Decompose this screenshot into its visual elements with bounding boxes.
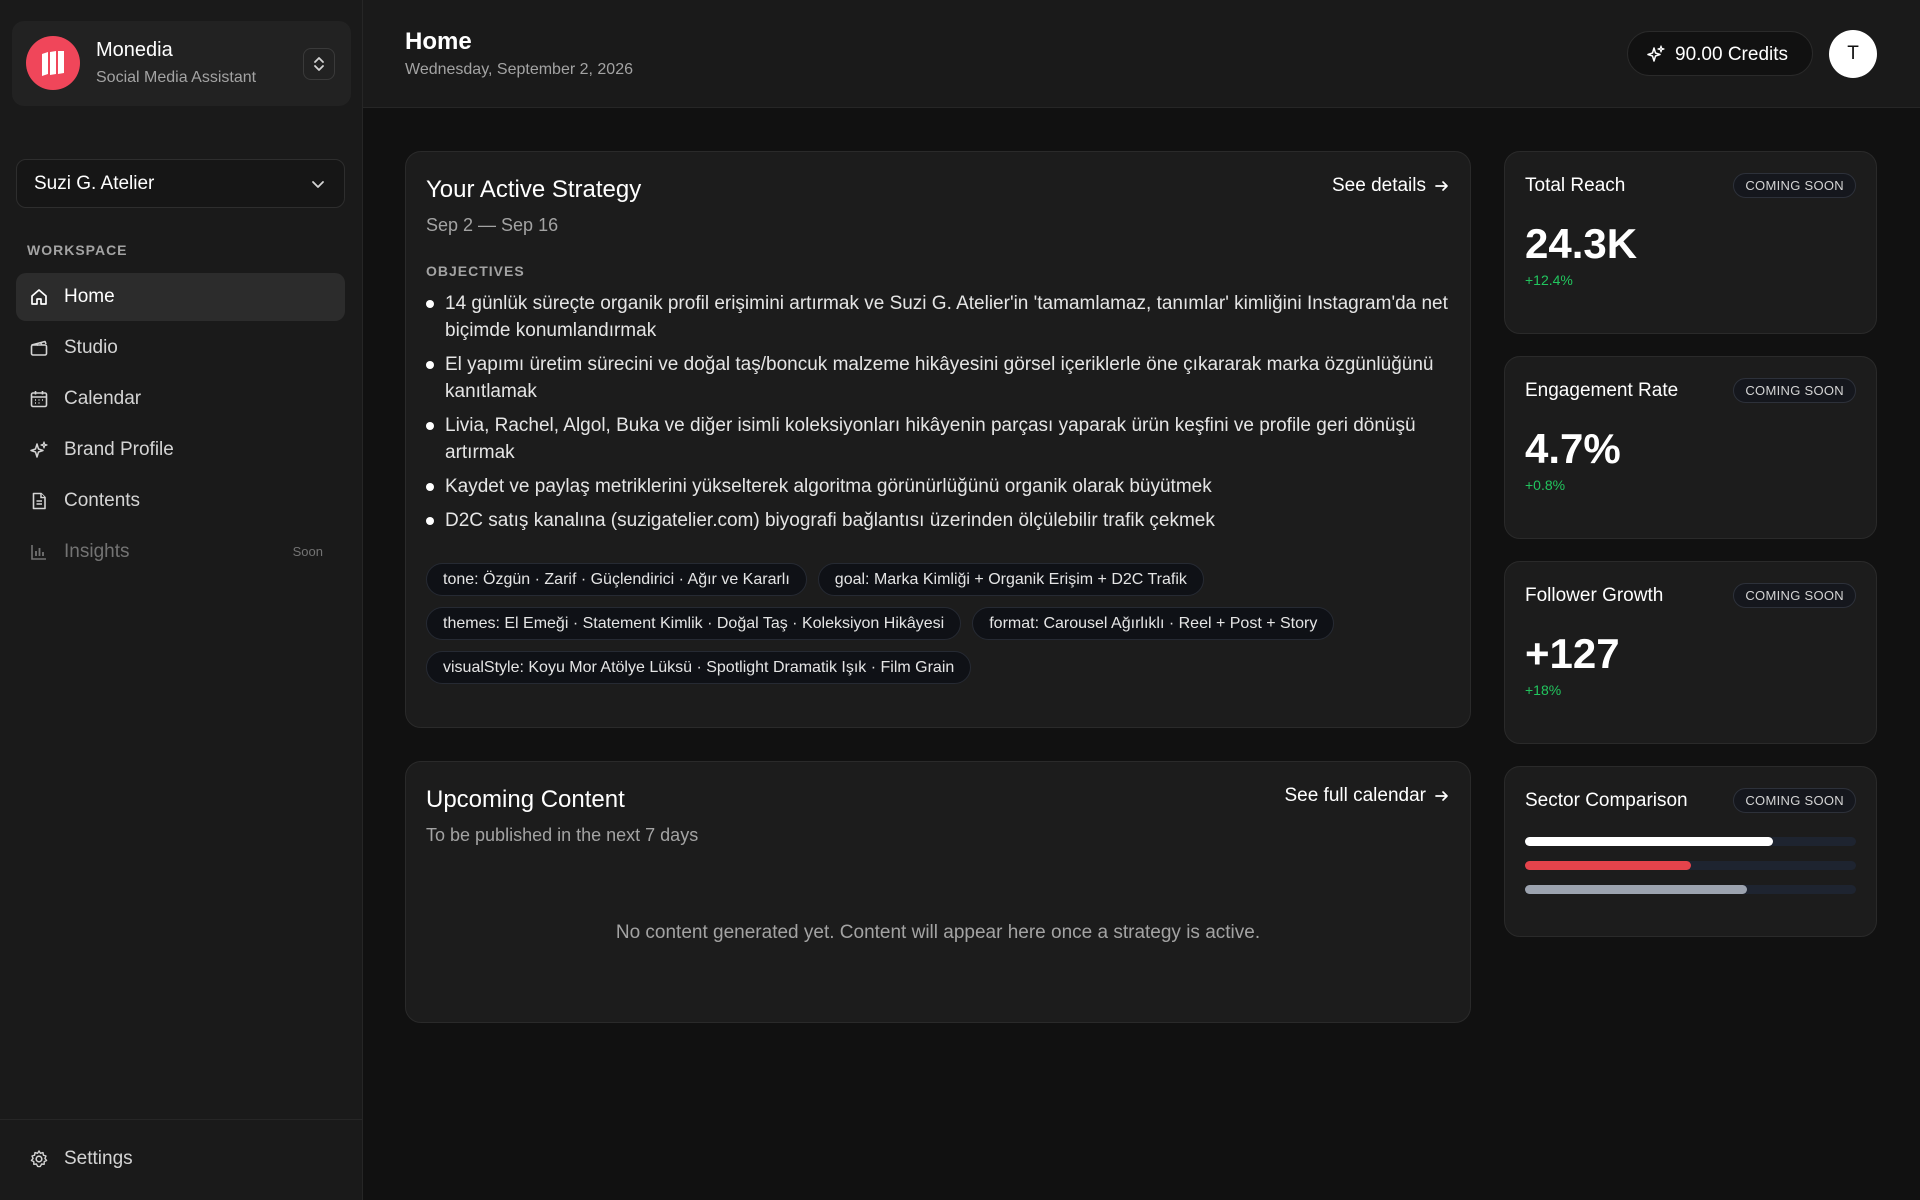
sidebar-item-label: Contents [64, 490, 141, 511]
upcoming-title: Upcoming Content [426, 786, 625, 813]
sidebar-item-insights: Insights Soon [16, 528, 345, 576]
page-date: Wednesday, September 2, 2026 [405, 61, 633, 78]
sidebar-item-settings[interactable]: Settings [16, 1135, 345, 1183]
sidebar-item-label: Home [64, 286, 115, 307]
brand-selector[interactable]: Suzi G. Atelier [16, 159, 345, 208]
sector-bar-fill [1525, 837, 1774, 846]
sector-bar-track [1525, 885, 1856, 894]
credits-label: 90.00 Credits [1675, 44, 1789, 65]
see-full-calendar-label: See full calendar [1284, 785, 1426, 806]
home-icon [31, 289, 47, 305]
sidebar: Monedia Social Media Assistant Suzi G. A… [0, 0, 363, 1200]
objectives-label: OBJECTIVES [426, 263, 525, 279]
sidebar-item-calendar[interactable]: Calendar [16, 375, 345, 423]
strategy-tags: tone: Özgün · Zarif · Güçlendirici · Ağı… [426, 563, 1466, 684]
metric-card-follower-growth: Follower Growth COMING SOON +127 +18% [1504, 561, 1877, 744]
sparkles-icon [30, 441, 48, 458]
metric-card-total-reach: Total Reach COMING SOON 24.3K +12.4% [1504, 151, 1877, 334]
workspace-section-label: WORKSPACE [27, 242, 128, 258]
metric-value: +127 [1525, 630, 1620, 677]
chevrons-up-down-icon [314, 57, 324, 71]
metric-title: Engagement Rate [1525, 380, 1679, 401]
sidebar-item-label: Settings [64, 1148, 133, 1169]
strategy-tag: themes: El Emeği · Statement Kimlik · Do… [426, 607, 962, 640]
calendar-icon [30, 391, 48, 408]
strategy-tag: format: Carousel Ağırlıklı · Reel + Post… [972, 607, 1335, 640]
sector-bar-fill [1525, 861, 1691, 870]
see-details-label: See details [1331, 175, 1426, 196]
sidebar-item-contents[interactable]: Contents [16, 477, 345, 525]
objective-item: 14 günlük süreçte organik profil erişimi… [426, 290, 1456, 344]
sidebar-item-label: Insights [64, 541, 130, 562]
upcoming-subtitle: To be published in the next 7 days [426, 825, 699, 845]
sidebar-item-brand-profile[interactable]: Brand Profile [16, 426, 345, 474]
sidebar-item-label: Studio [64, 337, 118, 358]
objectives-list: 14 günlük süreçte organik profil erişimi… [426, 290, 1456, 541]
metric-title: Follower Growth [1525, 585, 1664, 606]
arrow-right-icon [1435, 791, 1448, 801]
metric-card-engagement-rate: Engagement Rate COMING SOON 4.7% +0.8% [1504, 356, 1877, 539]
sidebar-footer: Settings [0, 1119, 363, 1200]
app-switch-button[interactable] [303, 48, 335, 80]
objective-item: El yapımı üretim sürecini ve doğal taş/b… [426, 351, 1456, 405]
sidebar-item-studio[interactable]: Studio [16, 324, 345, 372]
soon-badge: Soon [292, 544, 323, 559]
metric-delta: +0.8% [1525, 477, 1566, 493]
objective-item: Livia, Rachel, Algol, Buka ve diğer isim… [426, 412, 1456, 466]
strategy-tag: visualStyle: Koyu Mor Atölye Lüksü · Spo… [426, 651, 972, 684]
gear-icon [30, 1150, 48, 1168]
bar-chart-icon [31, 545, 46, 560]
see-full-calendar-link[interactable]: See full calendar [1284, 785, 1450, 807]
arrow-right-icon [1435, 181, 1448, 191]
strategy-title: Your Active Strategy [426, 176, 642, 203]
upcoming-content-card: Upcoming Content See full calendar To be… [405, 761, 1471, 1023]
metric-value: 24.3K [1525, 220, 1638, 267]
metric-value: 4.7% [1525, 425, 1621, 472]
clapperboard-icon [30, 340, 48, 356]
sector-bar-track [1525, 861, 1856, 870]
app-name: Monedia [96, 39, 173, 61]
see-details-link[interactable]: See details [1332, 175, 1450, 197]
sparkles-icon [1647, 45, 1665, 62]
metric-delta: +18% [1525, 682, 1562, 698]
strategy-tag: tone: Özgün · Zarif · Güçlendirici · Ağı… [426, 563, 807, 596]
coming-soon-badge: COMING SOON [1733, 583, 1856, 608]
credits-button[interactable]: 90.00 Credits [1627, 31, 1813, 76]
app-logo-icon [26, 36, 80, 90]
app-subtitle: Social Media Assistant [96, 69, 257, 86]
sidebar-item-label: Brand Profile [64, 439, 174, 460]
sidebar-item-home[interactable]: Home [16, 273, 345, 321]
brand-selector-value: Suzi G. Atelier [34, 173, 155, 194]
top-header: Home Wednesday, September 2, 2026 90.00 … [363, 0, 1920, 108]
sector-bar-track [1525, 837, 1856, 846]
coming-soon-badge: COMING SOON [1733, 173, 1856, 198]
strategy-date-range: Sep 2 — Sep 16 [426, 215, 559, 235]
sector-comparison-card: Sector Comparison COMING SOON [1504, 766, 1877, 937]
metric-delta: +12.4% [1525, 272, 1573, 288]
active-strategy-card: Your Active Strategy See details Sep 2 —… [405, 151, 1471, 728]
sidebar-item-label: Calendar [64, 388, 142, 409]
page-title: Home [405, 28, 472, 55]
app-switcher[interactable]: Monedia Social Media Assistant [12, 21, 351, 106]
coming-soon-badge: COMING SOON [1733, 378, 1856, 403]
sector-bar-fill [1525, 885, 1747, 894]
chevron-down-icon [312, 181, 324, 188]
coming-soon-badge: COMING SOON [1733, 788, 1856, 813]
objective-item: Kaydet ve paylaş metriklerini yükseltere… [426, 473, 1456, 500]
objective-item: D2C satış kanalına (suzigatelier.com) bi… [426, 507, 1456, 534]
metric-title: Total Reach [1525, 175, 1626, 196]
strategy-tag: goal: Marka Kimliği + Organik Erişim + D… [817, 563, 1204, 596]
sector-title: Sector Comparison [1525, 790, 1688, 811]
avatar[interactable]: T [1829, 30, 1877, 78]
empty-state-message: No content generated yet. Content will a… [615, 922, 1261, 943]
document-icon [32, 492, 46, 510]
